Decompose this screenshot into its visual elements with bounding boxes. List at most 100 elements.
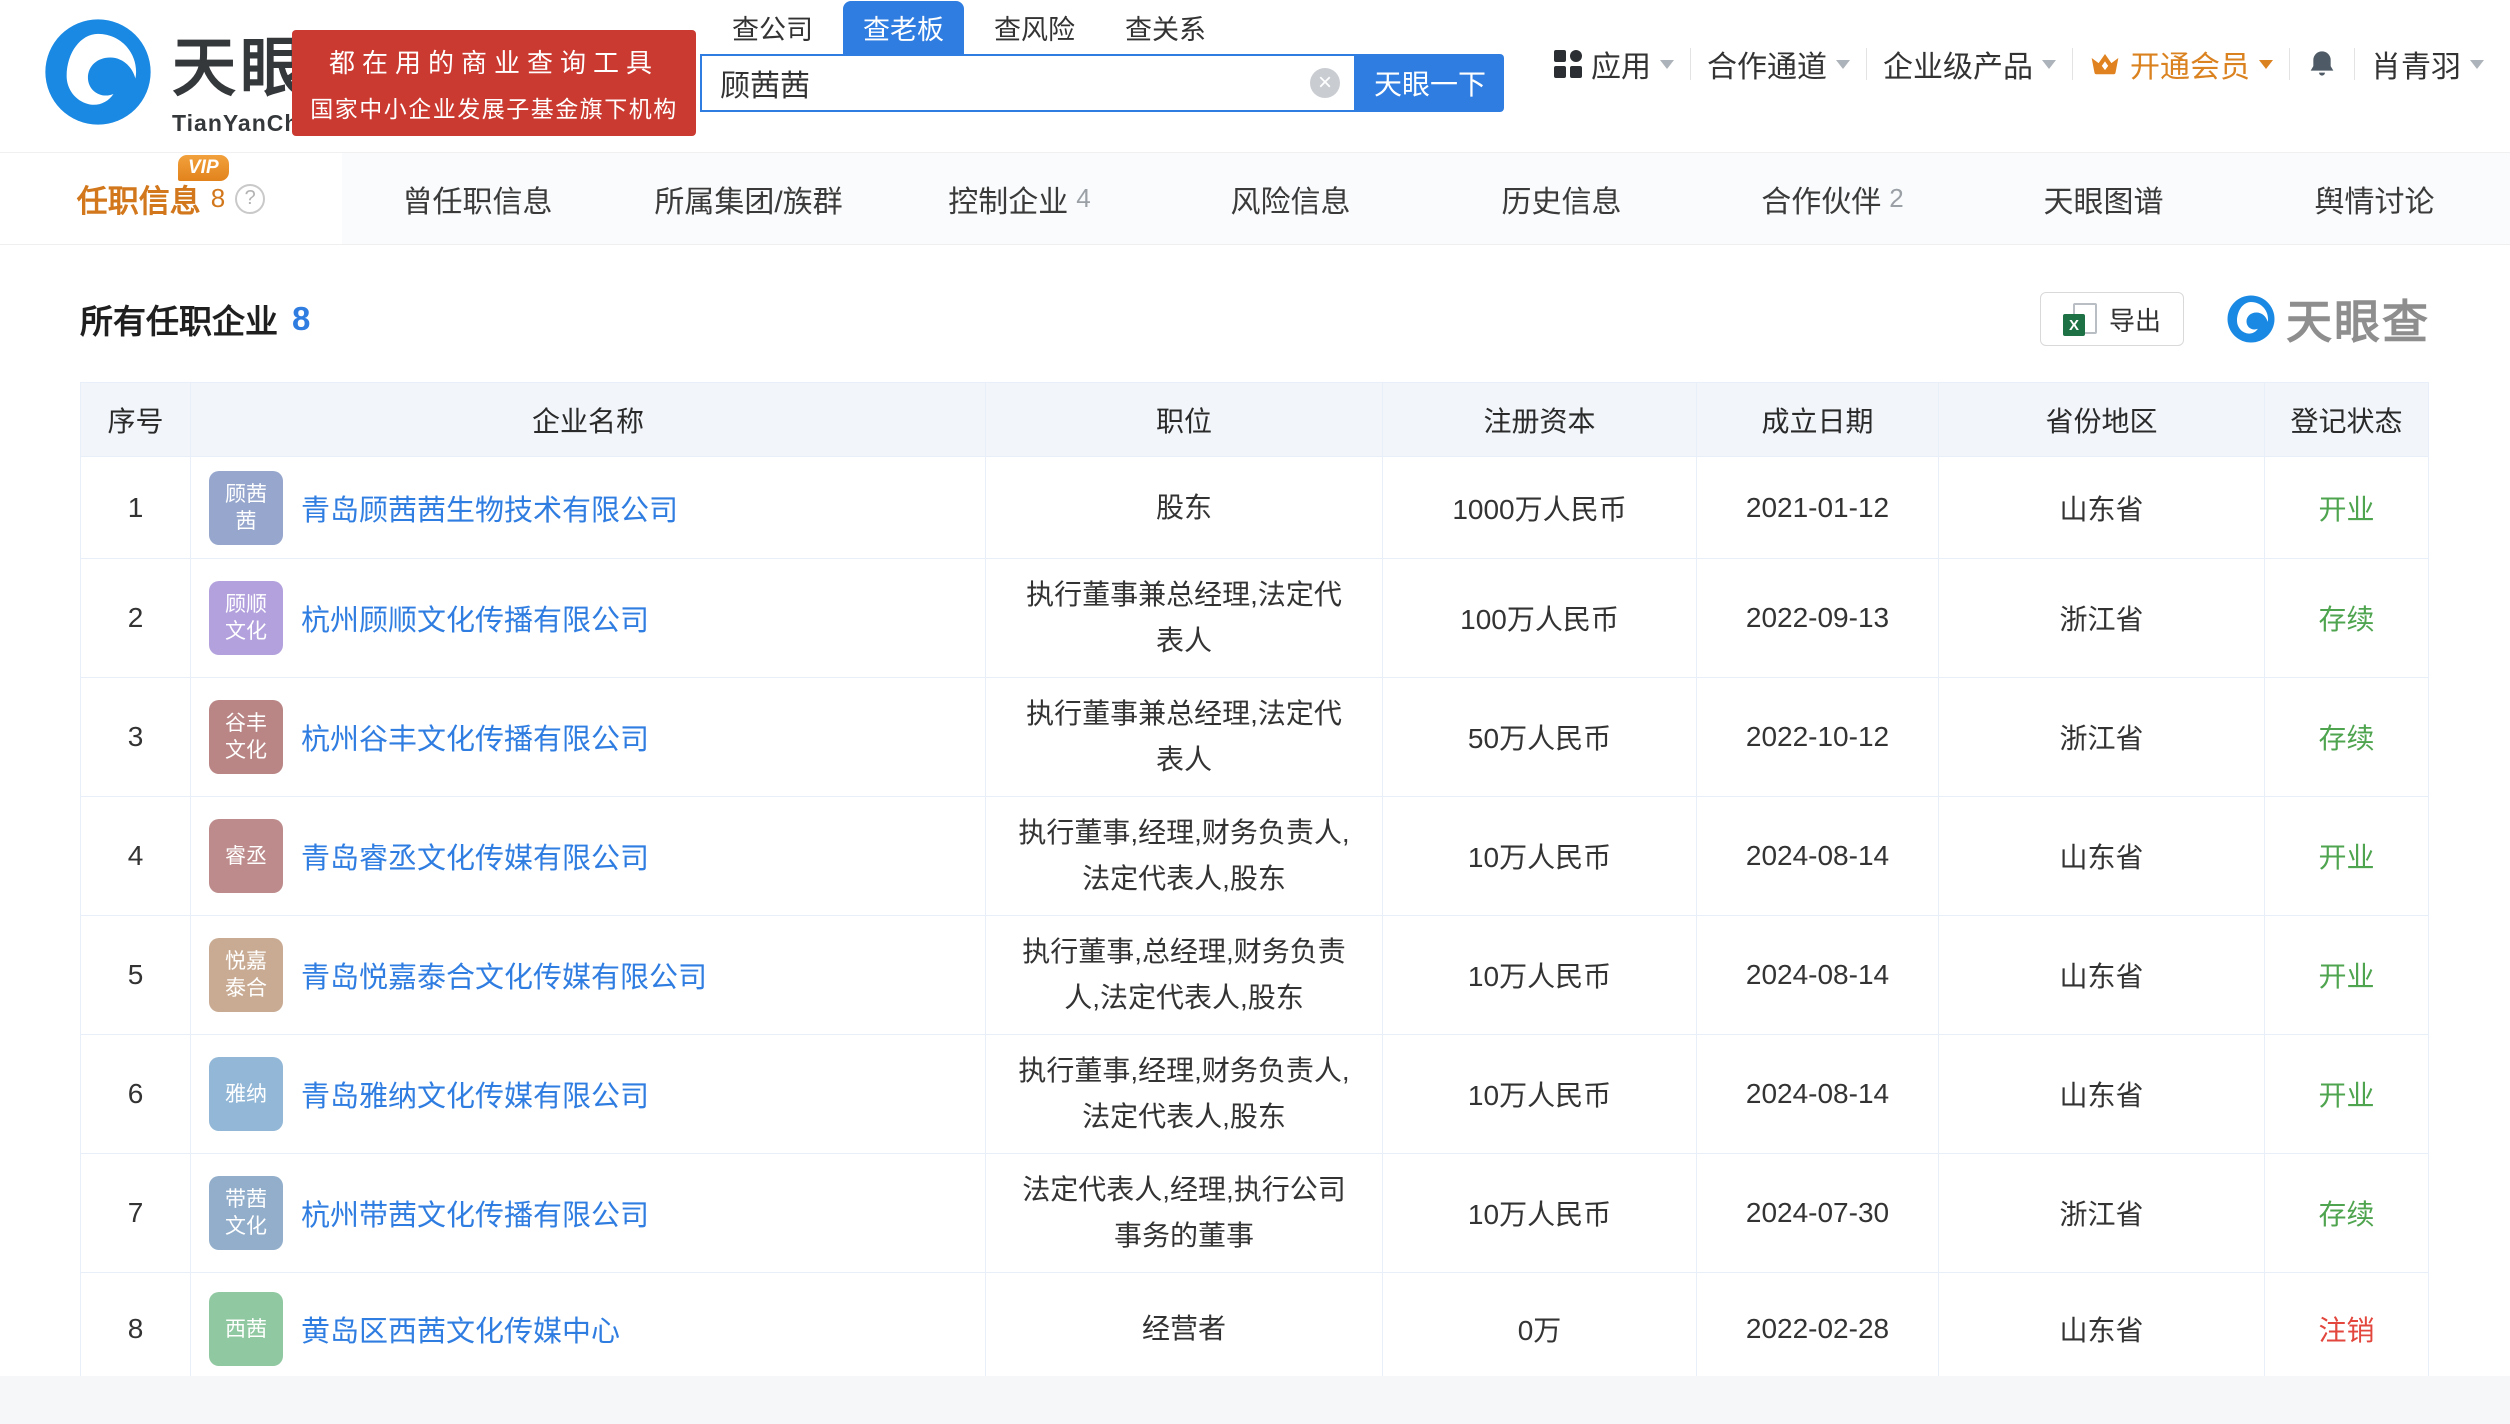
promo-banner-line1: 都在用的商业查询工具	[329, 43, 659, 80]
company-link[interactable]: 青岛雅纳文化传媒有限公司	[301, 1073, 649, 1115]
company-link[interactable]: 黄岛区西茜文化传媒中心	[301, 1308, 620, 1350]
search-button[interactable]: 天眼一下	[1356, 54, 1504, 112]
table-header-row: 序号 企业名称 职位 注册资本 成立日期 省份地区 登记状态	[81, 383, 2429, 457]
capital-cell: 1000万人民币	[1383, 457, 1697, 559]
excel-icon	[2063, 302, 2097, 336]
company-link[interactable]: 杭州谷丰文化传播有限公司	[301, 716, 649, 758]
search-tab-boss[interactable]: 查老板	[843, 1, 964, 54]
capital-cell: 10万人民币	[1383, 797, 1697, 916]
tab-history-info[interactable]: 历史信息	[1426, 153, 1697, 244]
position-cell: 法定代表人,经理,执行公司事务的董事	[986, 1154, 1383, 1273]
nav-divider	[2289, 48, 2290, 80]
province-cell: 山东省	[1939, 457, 2265, 559]
search-input-value: 顾茜茜	[720, 61, 1310, 105]
promo-banner-line2: 国家中小企业发展子基金旗下机构	[310, 90, 678, 124]
tab-controlled-companies[interactable]: 控制企业 4	[884, 153, 1155, 244]
company-link[interactable]: 杭州带茜文化传播有限公司	[301, 1192, 649, 1234]
col-header-capital: 注册资本	[1383, 383, 1697, 457]
page: 天眼查 TianYanCha.com 都在用的商业查询工具 国家中小企业发展子基…	[0, 0, 2510, 1424]
table-row: 3 谷丰文化 杭州谷丰文化传播有限公司 执行董事兼总经理,法定代表人 50万人民…	[81, 678, 2429, 797]
col-header-date: 成立日期	[1697, 383, 1939, 457]
tab-public-opinion[interactable]: 舆情讨论	[2239, 153, 2510, 244]
search-input[interactable]: 顾茜茜	[700, 54, 1356, 112]
position-cell: 执行董事,总经理,财务负责人,法定代表人,股东	[986, 916, 1383, 1035]
row-index: 5	[81, 916, 191, 1035]
capital-cell: 100万人民币	[1383, 559, 1697, 678]
status-badge: 存续	[2318, 1199, 2374, 1230]
position-cell: 执行董事,经理,财务负责人,法定代表人,股东	[986, 797, 1383, 916]
nav-enterprise-products[interactable]: 企业级产品	[1883, 42, 2056, 86]
nav-apps[interactable]: 应用	[1554, 42, 1674, 86]
status-cell: 注销	[2265, 1273, 2429, 1386]
main-content: 所有任职企业 8 导出 天眼查	[0, 246, 2510, 1386]
company-avatar: 谷丰文化	[209, 700, 283, 774]
tab-group-cluster[interactable]: 所属集团/族群	[613, 153, 884, 244]
company-link[interactable]: 杭州顾顺文化传播有限公司	[301, 597, 649, 639]
nav-cooperation-label: 合作通道	[1707, 42, 1827, 86]
company-link[interactable]: 青岛睿丞文化传媒有限公司	[301, 835, 649, 877]
status-cell: 开业	[2265, 797, 2429, 916]
company-avatar: 悦嘉泰合	[209, 938, 283, 1012]
tab-partners[interactable]: 合作伙伴 2	[1697, 153, 1968, 244]
tab-label: 所属集团/族群	[654, 177, 842, 221]
search-row: 顾茜茜 天眼一下	[700, 54, 1504, 112]
company-link[interactable]: 青岛悦嘉泰合文化传媒有限公司	[301, 954, 707, 996]
search-tab-company[interactable]: 查公司	[712, 1, 833, 54]
watermark-logo: 天眼查	[2226, 286, 2430, 352]
caret-down-icon	[2259, 60, 2273, 69]
watermark-text: 天眼查	[2286, 286, 2430, 352]
province-cell: 浙江省	[1939, 1154, 2265, 1273]
employment-table: 序号 企业名称 职位 注册资本 成立日期 省份地区 登记状态 1 顾茜茜	[80, 382, 2429, 1386]
search-tab-relation[interactable]: 查关系	[1105, 1, 1226, 54]
province-cell: 山东省	[1939, 797, 2265, 916]
status-cell: 存续	[2265, 559, 2429, 678]
profile-tab-bar: VIP 任职信息 8 曾任职信息 所属集团/族群 控制企业 4 风险信息 历史信…	[0, 152, 2510, 245]
nav-open-vip[interactable]: 开通会员	[2089, 42, 2273, 86]
date-cell: 2022-02-28	[1697, 1273, 1939, 1386]
table-row: 5 悦嘉泰合 青岛悦嘉泰合文化传媒有限公司 执行董事,总经理,财务负责人,法定代…	[81, 916, 2429, 1035]
status-cell: 存续	[2265, 1154, 2429, 1273]
status-cell: 开业	[2265, 457, 2429, 559]
status-cell: 开业	[2265, 1035, 2429, 1154]
tab-label: 控制企业	[948, 177, 1068, 221]
search-tabs: 查公司 查老板 查风险 查关系	[712, 8, 1504, 54]
tab-label: 风险信息	[1231, 177, 1351, 221]
question-circle-icon[interactable]	[235, 184, 265, 214]
notifications-bell-icon[interactable]	[2306, 47, 2338, 81]
tab-graph[interactable]: 天眼图谱	[1968, 153, 2239, 244]
tab-employment-info[interactable]: VIP 任职信息 8	[0, 153, 342, 244]
caret-down-icon	[2042, 60, 2056, 69]
row-index: 2	[81, 559, 191, 678]
status-badge: 开业	[2318, 1080, 2374, 1111]
position-cell: 执行董事兼总经理,法定代表人	[986, 678, 1383, 797]
nav-cooperation-channel[interactable]: 合作通道	[1707, 42, 1850, 86]
nav-user-menu[interactable]: 肖青羽	[2371, 42, 2484, 86]
top-header: 天眼查 TianYanCha.com 都在用的商业查询工具 国家中小企业发展子基…	[0, 0, 2510, 152]
table-row: 4 睿丞 青岛睿丞文化传媒有限公司 执行董事,经理,财务负责人,法定代表人,股东…	[81, 797, 2429, 916]
tab-risk-info[interactable]: 风险信息	[1155, 153, 1426, 244]
company-avatar: 睿丞	[209, 819, 283, 893]
search-tab-risk[interactable]: 查风险	[974, 1, 1095, 54]
export-button[interactable]: 导出	[2040, 292, 2184, 346]
nav-vip-label: 开通会员	[2130, 42, 2250, 86]
tab-former-employment[interactable]: 曾任职信息	[342, 153, 613, 244]
capital-cell: 10万人民币	[1383, 1035, 1697, 1154]
province-cell: 山东省	[1939, 916, 2265, 1035]
section-title: 所有任职企业	[80, 295, 278, 343]
top-nav: 应用 合作通道 企业级产品 开通会员	[1554, 42, 2484, 86]
company-link[interactable]: 青岛顾茜茜生物技术有限公司	[301, 487, 678, 529]
clear-icon[interactable]	[1310, 68, 1340, 98]
nav-apps-label: 应用	[1591, 42, 1651, 86]
company-avatar: 带茜文化	[209, 1176, 283, 1250]
table-row: 2 顾顺文化 杭州顾顺文化传播有限公司 执行董事兼总经理,法定代表人 100万人…	[81, 559, 2429, 678]
caret-down-icon	[1836, 60, 1850, 69]
vip-badge: VIP	[178, 155, 229, 181]
logo-swirl-icon	[42, 16, 154, 128]
company-avatar: 顾顺文化	[209, 581, 283, 655]
promo-banner: 都在用的商业查询工具 国家中小企业发展子基金旗下机构	[292, 30, 696, 136]
capital-cell: 0万	[1383, 1273, 1697, 1386]
capital-cell: 10万人民币	[1383, 1154, 1697, 1273]
company-avatar: 西茜	[209, 1292, 283, 1366]
company-avatar: 雅纳	[209, 1057, 283, 1131]
date-cell: 2024-08-14	[1697, 1035, 1939, 1154]
